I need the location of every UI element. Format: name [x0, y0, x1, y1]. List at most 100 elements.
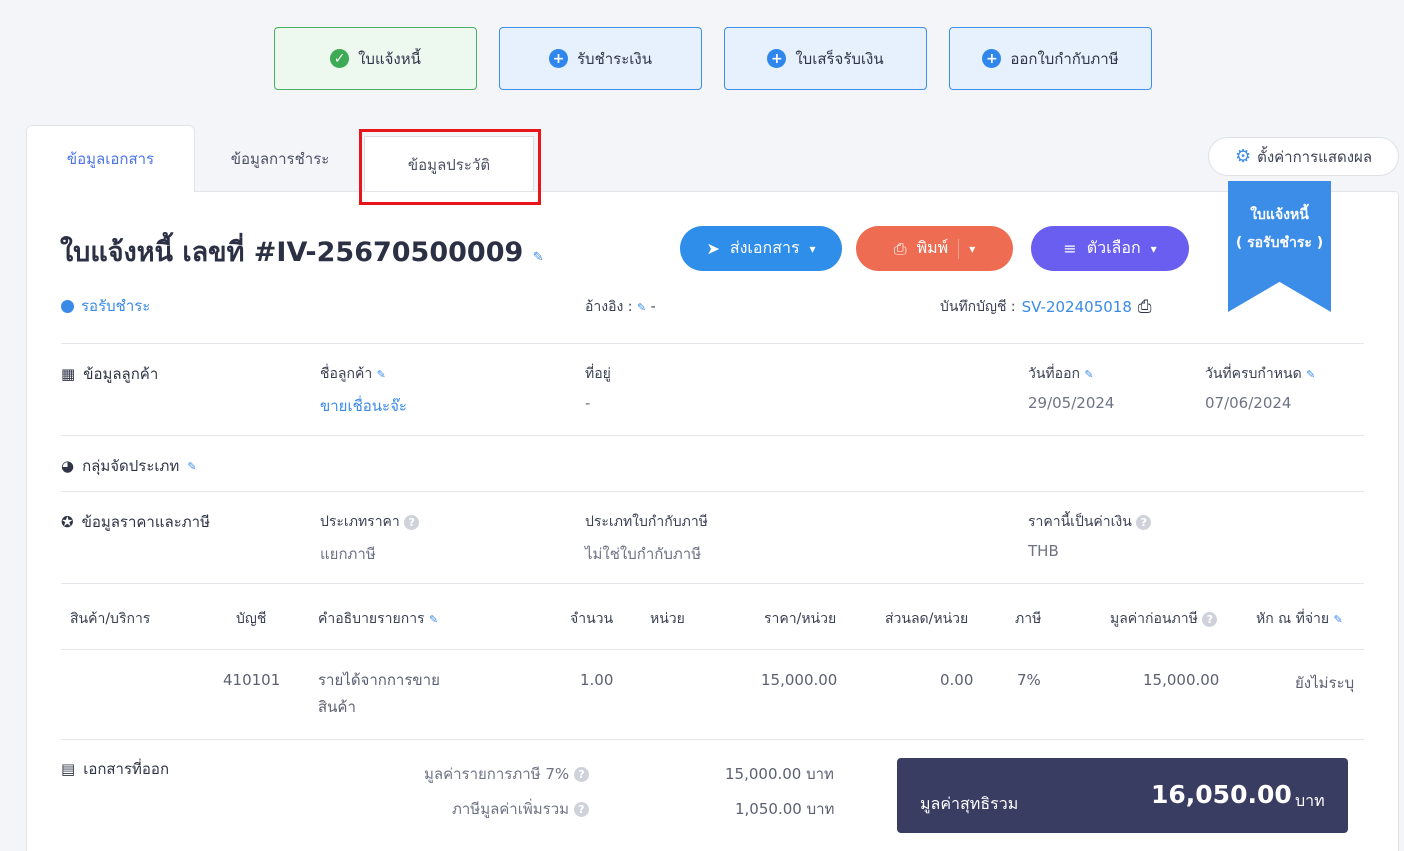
- edit-pencil-icon[interactable]: ✎: [533, 250, 544, 265]
- chevron-down-icon: ▾: [809, 241, 816, 256]
- plus-circle-icon: +: [982, 49, 1002, 68]
- column-header-tax: ภาษี: [1015, 611, 1042, 627]
- ribbon-line2: ( รอรับชำระ ): [1235, 235, 1324, 251]
- header-text: หัก ณ ที่จ่าย: [1256, 611, 1330, 627]
- divider: [61, 739, 1364, 740]
- percent-badge-icon: ✪: [61, 513, 74, 531]
- cell-tax: 7%: [1017, 671, 1041, 689]
- step-tax-invoice[interactable]: + ออกใบกำกับภาษี: [949, 27, 1152, 90]
- cell-withholding: ยังไม่ระบุ: [1295, 674, 1355, 692]
- plus-circle-icon: +: [767, 49, 787, 68]
- edit-pencil-icon[interactable]: ✎: [429, 613, 438, 626]
- status-badge: รอรับชำระ: [61, 294, 150, 318]
- column-header-quantity: จำนวน: [570, 611, 614, 627]
- net-total-unit: บาท: [1295, 791, 1325, 810]
- vat-total-value: 1,050.00 บาท: [735, 800, 835, 818]
- send-label: ส่งเอกสาร: [729, 238, 800, 257]
- page-title: ใบแจ้งหนี้ เลขที่ #IV-25670500009 ✎: [60, 230, 544, 273]
- help-icon[interactable]: ?: [1136, 514, 1152, 530]
- customer-name-link[interactable]: ขายเชื่อนะจ๊ะ: [320, 394, 407, 418]
- options-label: ตัวเลือก: [1086, 238, 1141, 257]
- net-total-value: 16,050.00: [1151, 780, 1292, 809]
- account-link[interactable]: SV-202405018: [1022, 298, 1132, 316]
- cell-account: 410101: [223, 671, 281, 689]
- tab-payment-info[interactable]: ข้อมูลการชำระ: [195, 125, 365, 192]
- divider: [958, 238, 960, 259]
- label-text: ราคานี้เป็นค่าเงิน: [1028, 514, 1132, 530]
- currency-value: THB: [1028, 542, 1059, 560]
- tab-label: ข้อมูลการชำระ: [230, 149, 330, 168]
- price-type-value: แยกภาษี: [320, 545, 376, 563]
- column-header-account: บัญชี: [236, 611, 267, 627]
- divider: [61, 343, 1364, 344]
- divider: [61, 491, 1364, 492]
- pie-chart-icon: ◕: [61, 457, 75, 475]
- description-line: สินค้า: [318, 698, 356, 716]
- options-button[interactable]: ≡ ตัวเลือก ▾: [1031, 226, 1189, 271]
- issue-date-label: วันที่ออก ✎: [1028, 363, 1094, 385]
- help-icon[interactable]: ?: [1202, 611, 1218, 627]
- divider: [61, 583, 1364, 584]
- label-text: วันที่ครบกำหนด: [1205, 366, 1302, 382]
- printer-icon[interactable]: ⎙: [1138, 297, 1152, 317]
- step-receive-payment[interactable]: + รับชำระเงิน: [499, 27, 702, 90]
- address-label: ที่อยู่: [585, 366, 611, 382]
- ribbon-line1: ใบแจ้งหนี้: [1250, 207, 1309, 223]
- print-label: พิมพ์: [916, 238, 949, 257]
- cell-discount: 0.00: [940, 671, 974, 689]
- step-label: ใบเสร็จรับเงิน: [795, 49, 884, 68]
- edit-pencil-icon[interactable]: ✎: [1084, 368, 1093, 381]
- tax-invoice-type-value: ไม่ใช่ใบกำกับภาษี: [585, 545, 702, 563]
- help-icon[interactable]: ?: [573, 767, 589, 782]
- column-header-description: คำอธิบายรายการ ✎: [318, 608, 438, 630]
- column-header-withholding: หัก ณ ที่จ่าย ✎: [1256, 608, 1343, 630]
- section-issued-documents: ▤ เอกสารที่ออก: [61, 757, 169, 781]
- chevron-down-icon: ▾: [1150, 241, 1157, 256]
- column-header-unit-price: ราคา/หน่วย: [764, 611, 837, 627]
- step-invoice[interactable]: ✓ ใบแจ้งหนี้: [274, 27, 477, 90]
- plus-circle-icon: +: [549, 49, 568, 68]
- section-title: ข้อมูลราคาและภาษี: [81, 513, 210, 531]
- label-text: วันที่ออก: [1028, 366, 1080, 382]
- net-total-label: มูลค่าสุทธิรวม: [920, 794, 1019, 813]
- help-icon[interactable]: ?: [404, 514, 420, 530]
- edit-pencil-icon[interactable]: ✎: [1334, 613, 1343, 626]
- menu-lines-icon: ≡: [1063, 239, 1077, 258]
- column-header-pretax: มูลค่าก่อนภาษี ?: [1110, 608, 1218, 630]
- status-dot-icon: [61, 299, 74, 313]
- send-document-button[interactable]: ➤ ส่งเอกสาร ▾: [680, 226, 842, 271]
- edit-pencil-icon[interactable]: ✎: [187, 460, 196, 473]
- taxable-amount-value: 15,000.00 บาท: [725, 765, 834, 783]
- vat-total-label: ภาษีมูลค่าเพิ่มรวม ?: [452, 797, 589, 821]
- status-label: รอรับชำระ: [81, 297, 151, 315]
- display-settings-button[interactable]: ⚙ ตั้งค่าการแสดงผล: [1208, 137, 1399, 176]
- address-value: -: [585, 394, 591, 412]
- print-button[interactable]: ⎙ พิมพ์ ▾: [856, 226, 1013, 271]
- building-icon: ▦: [61, 365, 76, 383]
- column-header-unit: หน่วย: [650, 611, 685, 627]
- cell-pretax: 15,000.00: [1143, 671, 1220, 689]
- help-icon[interactable]: ?: [573, 802, 589, 817]
- chevron-down-icon[interactable]: ▾: [969, 242, 975, 256]
- edit-pencil-icon[interactable]: ✎: [1306, 368, 1315, 381]
- issue-date-value: 29/05/2024: [1028, 394, 1115, 412]
- label-text: ชื่อลูกค้า: [320, 366, 373, 382]
- header-text: มูลค่าก่อนภาษี: [1110, 611, 1198, 627]
- due-date-label: วันที่ครบกำหนด ✎: [1205, 363, 1315, 385]
- step-receipt[interactable]: + ใบเสร็จรับเงิน: [724, 27, 927, 90]
- clipboard-icon: ▤: [61, 760, 76, 778]
- tab-document-info[interactable]: ข้อมูลเอกสาร: [26, 125, 195, 192]
- step-label: ใบแจ้งหนี้: [358, 49, 421, 68]
- label-text: ประเภทราคา: [320, 514, 400, 530]
- paper-plane-icon: ➤: [706, 239, 720, 258]
- header-text: คำอธิบายรายการ: [318, 611, 425, 627]
- net-total-box: มูลค่าสุทธิรวม 16,050.00 บาท: [897, 758, 1348, 833]
- section-title: เอกสารที่ออก: [83, 760, 170, 778]
- edit-pencil-icon[interactable]: ✎: [377, 368, 386, 381]
- edit-pencil-icon[interactable]: ✎: [637, 301, 646, 314]
- customer-name-label: ชื่อลูกค้า ✎: [320, 363, 386, 385]
- step-label: รับชำระเงิน: [577, 49, 652, 68]
- section-customer: ▦ ข้อมูลลูกค้า: [61, 362, 158, 386]
- printer-icon: ⎙: [893, 238, 907, 258]
- reference-label: อ้างอิง :: [585, 299, 633, 315]
